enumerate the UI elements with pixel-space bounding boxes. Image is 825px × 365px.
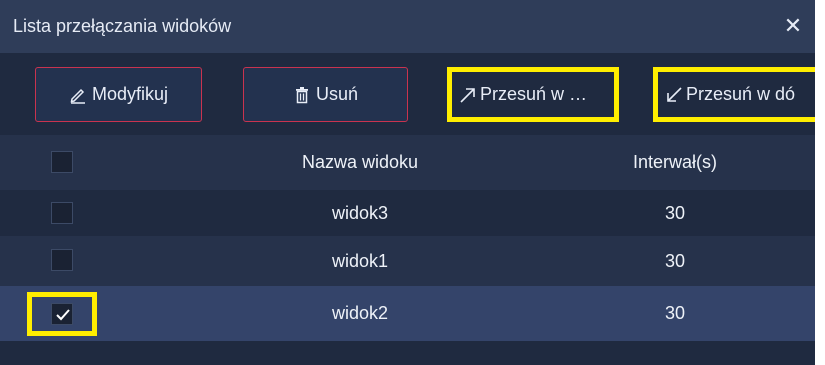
trash-icon — [293, 86, 311, 104]
table-bottom — [0, 357, 815, 365]
row-interval: 30 — [664, 251, 686, 271]
view-switch-dialog: Lista przełączania widoków ✕ Modyfikuj U… — [0, 0, 815, 365]
row-name: widok3 — [331, 203, 389, 223]
arrow-down-left-icon — [664, 85, 684, 105]
header-name: Nazwa widoku — [301, 152, 419, 172]
header-interval: Interwał(s) — [632, 152, 717, 172]
modify-label: Modyfikuj — [91, 84, 169, 104]
row-interval: 30 — [664, 303, 686, 323]
row-name: widok2 — [331, 303, 389, 323]
move-down-label: Przesuń w dó — [686, 84, 796, 104]
table-row[interactable]: widok1 30 — [0, 236, 815, 286]
arrow-up-right-icon — [458, 85, 478, 105]
row-checkbox[interactable] — [51, 202, 73, 224]
modify-button[interactable]: Modyfikuj — [35, 67, 202, 122]
views-table: Nazwa widoku Interwał(s) widok3 30 widok… — [0, 135, 815, 341]
table-row[interactable]: widok3 30 — [0, 190, 815, 236]
move-down-button[interactable]: Przesuń w dó — [653, 67, 815, 122]
checkmark-icon — [56, 309, 70, 321]
row-checkbox[interactable] — [51, 303, 73, 325]
row-checkbox[interactable] — [51, 249, 73, 271]
pencil-icon — [69, 86, 87, 104]
row-interval: 30 — [664, 203, 686, 223]
dialog-titlebar: Lista przełączania widoków ✕ — [0, 0, 815, 53]
toolbar: Modyfikuj Usuń Przesuń w … Przesuń w dó — [0, 53, 815, 135]
table-row[interactable]: widok2 30 — [0, 286, 815, 341]
move-up-label: Przesuń w … — [480, 84, 588, 104]
delete-label: Usuń — [315, 84, 359, 104]
dialog-title: Lista przełączania widoków — [13, 16, 232, 36]
select-all-checkbox[interactable] — [51, 151, 73, 173]
delete-button[interactable]: Usuń — [243, 67, 408, 122]
table-header: Nazwa widoku Interwał(s) — [0, 135, 815, 190]
row-name: widok1 — [331, 251, 389, 271]
move-up-button[interactable]: Przesuń w … — [447, 67, 619, 122]
close-icon[interactable]: ✕ — [782, 15, 804, 37]
